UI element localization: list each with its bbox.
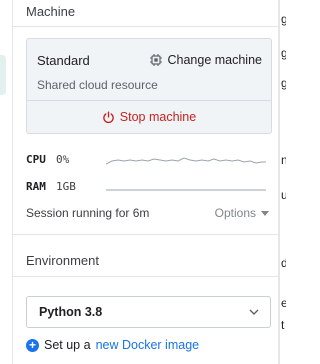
edge-glyph: d [281,256,286,270]
edge-glyph: n [281,153,286,167]
chevron-down-icon [249,309,259,315]
environment-section-title: Environment [26,253,99,268]
machine-name: Standard [37,53,90,68]
machine-description: Shared cloud resource [37,78,158,92]
stop-machine-label: Stop machine [119,110,197,124]
docker-prefix: Set up a [44,338,91,352]
new-docker-image-link[interactable]: new Docker image [96,338,200,352]
cpu-metric: CPU 0% [26,153,104,166]
cpu-sparkline [106,157,266,165]
edge-glyph: t [281,318,285,332]
ram-value: 1GB [56,180,76,193]
edge-glyph: g [281,12,286,26]
options-label: Options [214,206,256,220]
divider [13,26,279,27]
background-page-text: g g g n u d e t [281,0,286,364]
edge-glyph: u [281,188,286,202]
edge-glyph: g [281,76,286,90]
change-machine-label: Change machine [167,53,262,67]
power-icon [103,110,114,123]
edge-glyph: e [281,296,286,310]
ram-metric: RAM 1GB [26,180,104,193]
divider [13,234,279,235]
environment-select[interactable]: Python 3.8 [26,296,271,328]
machine-card: Standard Change machine Shared cloud res… [26,38,272,134]
divider [13,276,279,277]
stop-machine-button[interactable]: Stop machine [27,100,271,133]
background-page-peek [0,55,6,95]
ram-sparkline [106,189,266,191]
session-options-panel: Machine Standard Change machine Shared c… [12,0,279,364]
chip-icon [150,54,163,66]
add-circle-icon[interactable]: + [26,338,39,352]
ram-label: RAM [26,180,46,193]
cpu-value: 0% [56,153,70,166]
session-status: Session running for 6m [26,206,150,220]
edge-glyph: g [281,46,286,60]
docker-setup-row: + Set up a new Docker image [26,338,199,352]
cpu-label: CPU [26,153,46,166]
options-dropdown[interactable]: Options [215,206,269,220]
caret-down-icon [261,210,269,216]
panel-edge [278,0,280,364]
environment-selected-value: Python 3.8 [39,305,103,319]
change-machine-button[interactable]: Change machine [149,51,262,69]
machine-section-title: Machine [26,4,76,19]
